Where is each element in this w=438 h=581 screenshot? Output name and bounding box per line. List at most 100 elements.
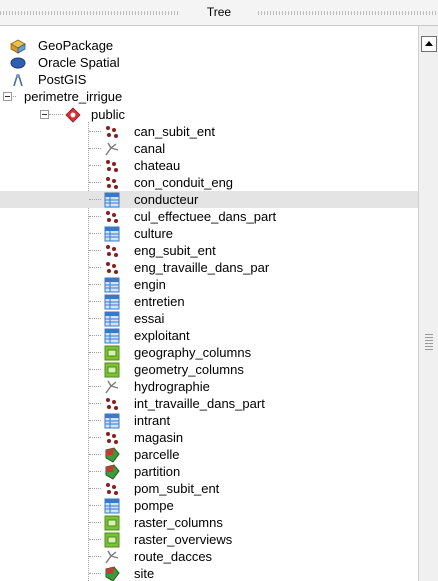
tree-item-table[interactable]: pompe <box>0 497 418 514</box>
polygon-layer-icon <box>104 566 120 581</box>
line-layer-icon <box>104 549 120 565</box>
tree-connector <box>89 386 101 387</box>
point-layer-icon <box>104 260 120 276</box>
tree-item-table[interactable]: parcelle <box>0 446 418 463</box>
tree-item-label: partition <box>134 464 181 479</box>
tree-connector <box>89 420 101 421</box>
tree-item-table[interactable]: magasin <box>0 429 418 446</box>
tree-item-table[interactable]: eng_travaille_dans_par <box>0 259 418 276</box>
tree-connector <box>89 148 101 149</box>
tree-connector <box>89 199 101 200</box>
point-layer-icon <box>104 209 120 225</box>
tree-item-table[interactable]: conducteur <box>0 191 418 208</box>
view-icon <box>104 532 120 548</box>
tree-item-label: essai <box>134 311 165 326</box>
tree-item-table[interactable]: raster_columns <box>0 514 418 531</box>
collapse-icon[interactable] <box>40 110 49 119</box>
tree-item-label: entretien <box>134 294 185 309</box>
tree-item-table[interactable]: cul_effectuee_dans_part <box>0 208 418 225</box>
table-icon <box>104 311 120 327</box>
geopackage-icon <box>10 38 26 54</box>
tree-item-table[interactable]: exploitant <box>0 327 418 344</box>
tree-item-label: eng_travaille_dans_par <box>134 260 270 275</box>
tree-connector <box>89 471 101 472</box>
tree-connector <box>89 250 101 251</box>
vertical-scrollbar[interactable] <box>418 26 438 581</box>
tree-item-label: Oracle Spatial <box>38 55 120 70</box>
tree-item-label: con_conduit_eng <box>134 175 234 190</box>
view-icon <box>104 345 120 361</box>
tree-item-label: hydrographie <box>134 379 210 394</box>
tree-item-label: chateau <box>134 158 181 173</box>
tree-connector <box>89 301 101 302</box>
tree-item-table[interactable]: route_dacces <box>0 548 418 565</box>
tree-connector <box>89 284 101 285</box>
tree-item-label: eng_subit_ent <box>134 243 216 258</box>
tree-item-label: int_travaille_dans_part <box>134 396 265 411</box>
polygon-layer-icon <box>104 464 120 480</box>
tree-item-label: site <box>134 566 155 581</box>
table-icon <box>104 294 120 310</box>
tree-connector <box>89 505 101 506</box>
tree-connector <box>89 335 101 336</box>
point-layer-icon <box>104 396 120 412</box>
table-icon <box>104 413 120 429</box>
tree-connector <box>89 522 101 523</box>
tree-item-label: engin <box>134 277 166 292</box>
tree-item-schema[interactable]: public <box>0 106 418 123</box>
scroll-grip[interactable] <box>425 334 433 350</box>
tree-item-table[interactable]: chateau <box>0 157 418 174</box>
tree-item-table[interactable]: geography_columns <box>0 344 418 361</box>
tree-item-table[interactable]: int_travaille_dans_part <box>0 395 418 412</box>
tree-item-connection[interactable]: perimetre_irrigue <box>0 88 418 105</box>
tree-item-table[interactable]: partition <box>0 463 418 480</box>
tree-item-table[interactable]: hydrographie <box>0 378 418 395</box>
tree-item-table[interactable]: intrant <box>0 412 418 429</box>
tree-item-table[interactable]: canal <box>0 140 418 157</box>
tree-item-table[interactable]: essai <box>0 310 418 327</box>
tree-item-label: GeoPackage <box>38 38 114 53</box>
point-layer-icon <box>104 243 120 259</box>
tree-connector <box>89 539 101 540</box>
point-layer-icon <box>104 481 120 497</box>
tree-item-geopackage[interactable]: GeoPackage <box>0 37 418 54</box>
tree-item-table[interactable]: pom_subit_ent <box>0 480 418 497</box>
tree-item-table[interactable]: entretien <box>0 293 418 310</box>
tree-item-postgis[interactable]: PostGIS <box>0 71 418 88</box>
titlebar-grip-left <box>0 11 180 15</box>
table-icon <box>104 226 120 242</box>
tree-item-table[interactable]: con_conduit_eng <box>0 174 418 191</box>
browser-tree[interactable]: GeoPackage Oracle Spatial PostGIS perime… <box>0 26 418 581</box>
tree-connector <box>89 318 101 319</box>
view-icon <box>104 362 120 378</box>
tree-item-label: canal <box>134 141 166 156</box>
point-layer-icon <box>104 158 120 174</box>
collapse-icon[interactable] <box>3 92 12 101</box>
panel-titlebar[interactable]: Tree <box>0 0 438 26</box>
tree-connector <box>89 488 101 489</box>
tree-connector <box>89 131 101 132</box>
tree-item-label: culture <box>134 226 174 241</box>
tree-item-table[interactable]: raster_overviews <box>0 531 418 548</box>
table-icon <box>104 192 120 208</box>
tree-item-label: PostGIS <box>38 72 87 87</box>
tree-connector <box>89 556 101 557</box>
tree-item-label: geometry_columns <box>134 362 244 377</box>
tree-item-label: can_subit_ent <box>134 124 215 139</box>
tree-item-table[interactable]: engin <box>0 276 418 293</box>
tree-item-table[interactable]: geometry_columns <box>0 361 418 378</box>
tree-connector <box>49 114 63 115</box>
tree-connector <box>89 352 101 353</box>
tree-connector <box>89 267 101 268</box>
tree-connector <box>89 216 101 217</box>
tree-item-oracle-spatial[interactable]: Oracle Spatial <box>0 54 418 71</box>
line-layer-icon <box>104 141 120 157</box>
table-icon <box>104 277 120 293</box>
tree-item-table[interactable]: can_subit_ent <box>0 123 418 140</box>
tree-item-table[interactable]: culture <box>0 225 418 242</box>
scroll-up-button[interactable] <box>421 36 437 52</box>
tree-item-table[interactable]: site <box>0 565 418 581</box>
tree-connector <box>89 403 101 404</box>
tree-item-label: exploitant <box>134 328 190 343</box>
tree-item-table[interactable]: eng_subit_ent <box>0 242 418 259</box>
